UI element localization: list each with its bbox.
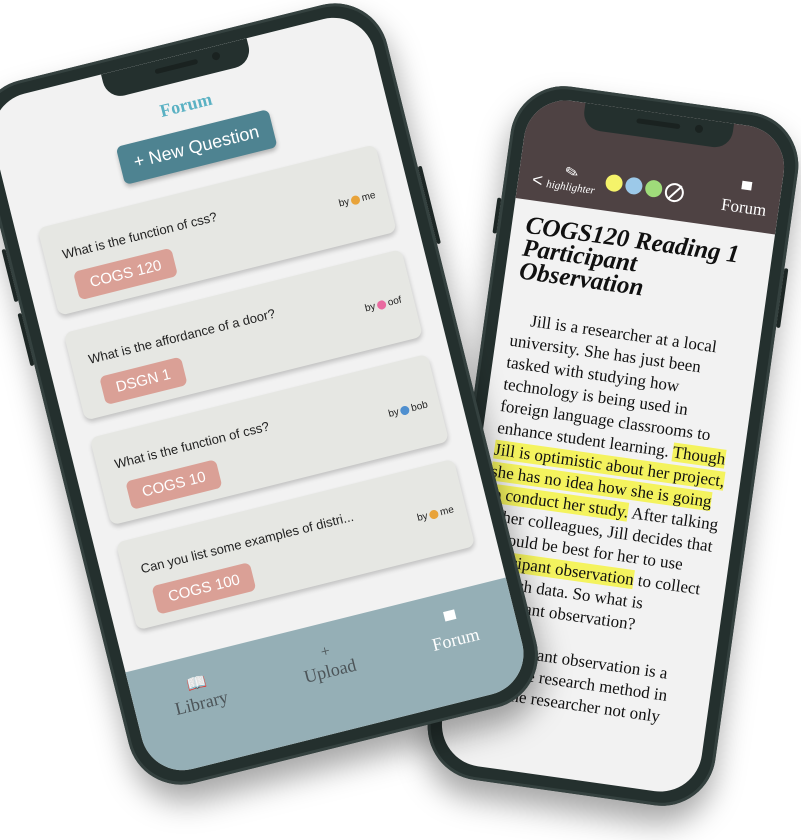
question-author: by me [416,504,456,524]
question-author: by bob [387,399,429,420]
nav-label: Upload [301,654,359,687]
nav-label: Forum [430,623,482,655]
phone-side-button [0,200,1,231]
swatch-yellow[interactable] [604,173,625,193]
emoji-avatar-icon [350,194,362,206]
phone-side-button [417,165,441,245]
nav-upload[interactable]: + Upload [298,637,359,688]
phone-side-button [17,312,35,367]
paragraph-text: Jill is a researcher at a local universi… [496,311,718,462]
plus-icon: + [318,642,332,662]
nav-label: Library [172,686,231,720]
question-author: by oof [363,294,403,315]
reading-title: COGS120 Reading 1 Participant Observatio… [517,211,741,302]
phone-side-button [492,197,502,234]
highlight-swatches [604,173,686,204]
question-text: What is the function of css? [112,418,271,472]
emoji-avatar-icon [428,508,440,520]
phone-side-button [1,248,19,303]
no-highlight-icon[interactable] [664,181,686,204]
nav-library[interactable]: 📖 Library [169,669,231,720]
question-author: by me [337,189,377,210]
phone-side-button [776,268,789,329]
question-text: What is the affordance of a door? [86,305,277,367]
course-tag[interactable]: DSGN 1 [99,356,188,406]
swatch-blue[interactable] [624,176,644,196]
swatch-green[interactable] [644,179,664,199]
emoji-avatar-icon [376,299,388,311]
reader-forum-label: Forum [720,194,768,220]
pen-icon: ✎ [564,163,581,183]
question-text: Can you list some examples of distri... [139,508,356,577]
chat-icon: ▀ [740,182,753,199]
emoji-avatar-icon [399,404,411,416]
reader-forum-button[interactable]: ▀ Forum [720,181,770,221]
question-text: What is the function of css? [60,208,219,262]
forum-screen: Forum + New Question What is the functio… [0,8,533,780]
question-list: What is the function of css? by me COGS 1… [37,144,479,647]
course-tag[interactable]: COGS 10 [125,459,223,510]
nav-forum[interactable]: ▀ Forum [426,606,482,655]
back-highlighter-button[interactable]: < ✎ highlighter [531,160,598,197]
chevron-left-icon: < [530,169,545,191]
forum-phone: Forum + New Question What is the functio… [0,0,550,797]
